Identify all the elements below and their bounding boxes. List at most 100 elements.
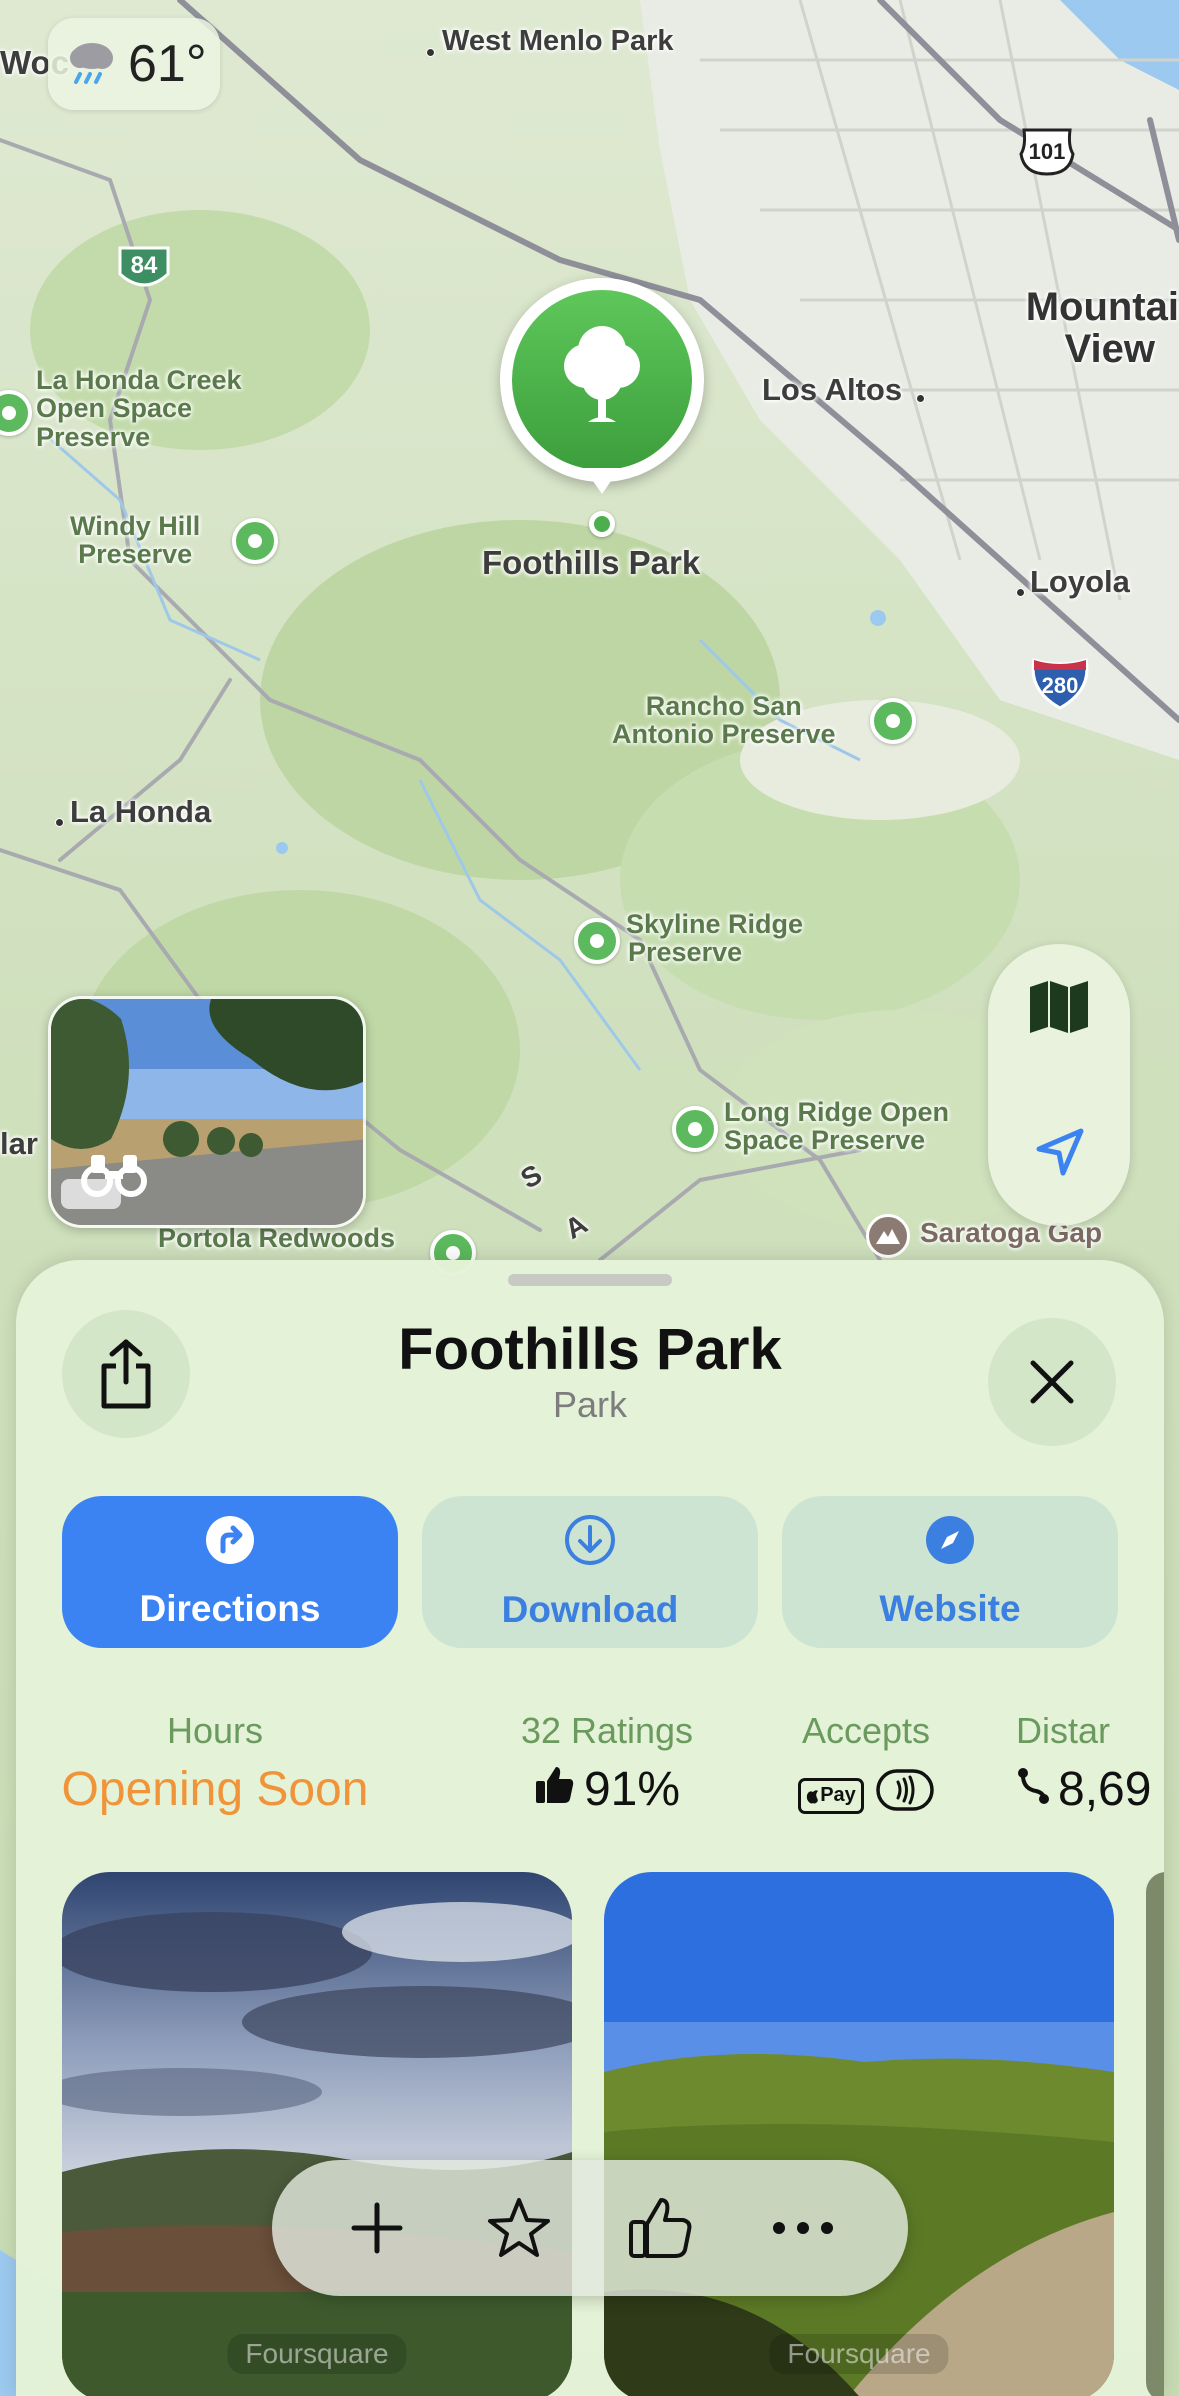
close-button[interactable] [988, 1318, 1116, 1446]
rate-button[interactable] [611, 2178, 711, 2278]
compass-icon [925, 1515, 975, 1574]
directions-icon [205, 1515, 255, 1574]
photo-2-credit: Foursquare [769, 2334, 949, 2374]
place-photo-1[interactable]: Foursquare [62, 1872, 572, 2396]
long-ridge-line2: Space Preserve [724, 1125, 926, 1156]
close-icon [1030, 1360, 1074, 1404]
apple-pay-text: Pay [820, 1784, 856, 1806]
distance-label: Distar [1016, 1710, 1111, 1751]
cloud-rain-icon [60, 32, 120, 97]
hours-value: Opening Soon [61, 1763, 369, 1816]
rancho-line1: Rancho San [645, 691, 802, 721]
highway-84-number: 84 [130, 252, 158, 279]
town-dot-west-menlo-park [426, 48, 435, 57]
favorite-button[interactable] [469, 2178, 569, 2278]
map-label-foothills-park[interactable]: Foothills Park [482, 545, 700, 581]
windy-hill-line1: Windy Hill [70, 511, 201, 541]
map-label-portola-redwoods[interactable]: Portola Redwoods [158, 1224, 395, 1253]
skyline-line2: Preserve [628, 937, 743, 968]
interstate-280-number: 280 [1041, 673, 1079, 698]
map-label-skyline-ridge[interactable]: Skyline Ridge Preserve [626, 910, 803, 967]
place-photo-3-peek[interactable] [1146, 1872, 1164, 2396]
star-icon [488, 2198, 550, 2257]
weather-widget[interactable]: 61° [48, 18, 220, 110]
mountain-view-line1: Mountai [1025, 285, 1179, 329]
website-label: Website [879, 1587, 1021, 1629]
ratings-info[interactable]: 32 Ratings 91% [472, 1710, 742, 1817]
ellipsis-icon [773, 2222, 833, 2234]
map-label-lar: lar [0, 1126, 38, 1161]
map-icon [1030, 981, 1088, 1033]
accepts-label: Accepts [801, 1710, 931, 1751]
current-location-button[interactable] [1014, 1108, 1104, 1198]
hours-label: Hours [166, 1710, 264, 1751]
map-label-la-honda[interactable]: La Honda [70, 795, 211, 829]
la-honda-creek-line2: Open Space [36, 393, 193, 424]
rancho-line2: Antonio Preserve [612, 719, 836, 750]
la-honda-creek-line3: Preserve [36, 421, 151, 452]
website-button[interactable]: Website [782, 1496, 1118, 1648]
park-dot-long-ridge[interactable] [672, 1106, 718, 1152]
mountain-view-line2: View [1064, 327, 1155, 371]
route-icon [1016, 1762, 1050, 1817]
highway-84-shield: 84 [116, 244, 172, 292]
place-actions-toolbar [272, 2160, 908, 2296]
accepts-value-row: Pay [766, 1768, 966, 1823]
thumbs-up-outline-icon [629, 2198, 692, 2258]
distance-value: 8,69 [1058, 1763, 1152, 1816]
place-photo-2[interactable]: Foursquare [604, 1872, 1114, 2396]
long-ridge-line1: Long Ridge Open [724, 1097, 949, 1127]
add-button[interactable] [327, 2178, 427, 2278]
map-label-la-honda-creek[interactable]: La Honda Creek Open Space Preserve [36, 366, 242, 451]
map-label-windy-hill[interactable]: Windy Hill Preserve [70, 512, 200, 569]
binoculars-icon [81, 1151, 147, 1204]
park-dot-windy-hill[interactable] [232, 518, 278, 564]
ratings-value-row: 91% [472, 1762, 742, 1817]
photo-1-image [62, 1872, 572, 2396]
download-label: Download [501, 1588, 679, 1630]
skyline-line1: Skyline Ridge [626, 909, 804, 939]
directions-label: Directions [139, 1587, 321, 1629]
hours-info[interactable]: Hours Opening Soon [60, 1710, 370, 1817]
download-button[interactable]: Download [422, 1496, 758, 1648]
map-controls [988, 944, 1130, 1226]
town-dot-loyola [1016, 588, 1025, 597]
distance-value-row: 8,69 [1016, 1762, 1164, 1817]
pin-location-dot [589, 511, 615, 537]
plus-icon [351, 2202, 403, 2254]
pin-inner [512, 290, 692, 470]
town-dot-los-altos [916, 394, 925, 403]
map-mode-button[interactable] [1014, 962, 1104, 1052]
accepts-info[interactable]: Accepts Pay [766, 1710, 966, 1823]
map-label-west-menlo-park[interactable]: West Menlo Park [442, 26, 674, 57]
directions-button[interactable]: Directions [62, 1496, 398, 1648]
sheet-grabber[interactable] [508, 1274, 672, 1286]
map-label-rancho-san-antonio[interactable]: Rancho San Antonio Preserve [612, 692, 836, 749]
photo-2-image [604, 1872, 1114, 2396]
map-label-los-altos[interactable]: Los Altos [762, 373, 902, 407]
us-101-number: 101 [1028, 139, 1066, 164]
interstate-280-shield: 280 [1028, 656, 1092, 712]
tree-icon [564, 326, 640, 422]
us-101-shield: 101 [1018, 126, 1076, 178]
park-dot-rancho-san-antonio[interactable] [870, 698, 916, 744]
weather-temperature: 61° [128, 35, 207, 93]
park-dot-skyline-ridge[interactable] [574, 918, 620, 964]
mountain-pass-icon [866, 1214, 910, 1258]
apple-pay-icon: Pay [798, 1777, 864, 1814]
selected-place-pin[interactable] [500, 278, 704, 494]
thumbs-up-icon [534, 1762, 576, 1817]
map-label-mountain-view[interactable]: Mountai View [990, 286, 1179, 370]
location-arrow-icon [1036, 1128, 1084, 1176]
distance-info[interactable]: Distar 8,69 [1016, 1710, 1164, 1817]
contactless-payment-icon [876, 1768, 934, 1823]
look-around-thumbnail[interactable] [48, 996, 366, 1228]
la-honda-creek-line1: La Honda Creek [36, 365, 242, 395]
ratings-percent: 91% [583, 1763, 681, 1816]
more-button[interactable] [753, 2178, 853, 2278]
town-dot-la-honda [55, 818, 64, 827]
pin-tail [584, 468, 620, 494]
map-label-long-ridge[interactable]: Long Ridge Open Space Preserve [724, 1098, 949, 1155]
download-icon [564, 1514, 616, 1575]
map-label-loyola[interactable]: Loyola [1030, 565, 1130, 599]
